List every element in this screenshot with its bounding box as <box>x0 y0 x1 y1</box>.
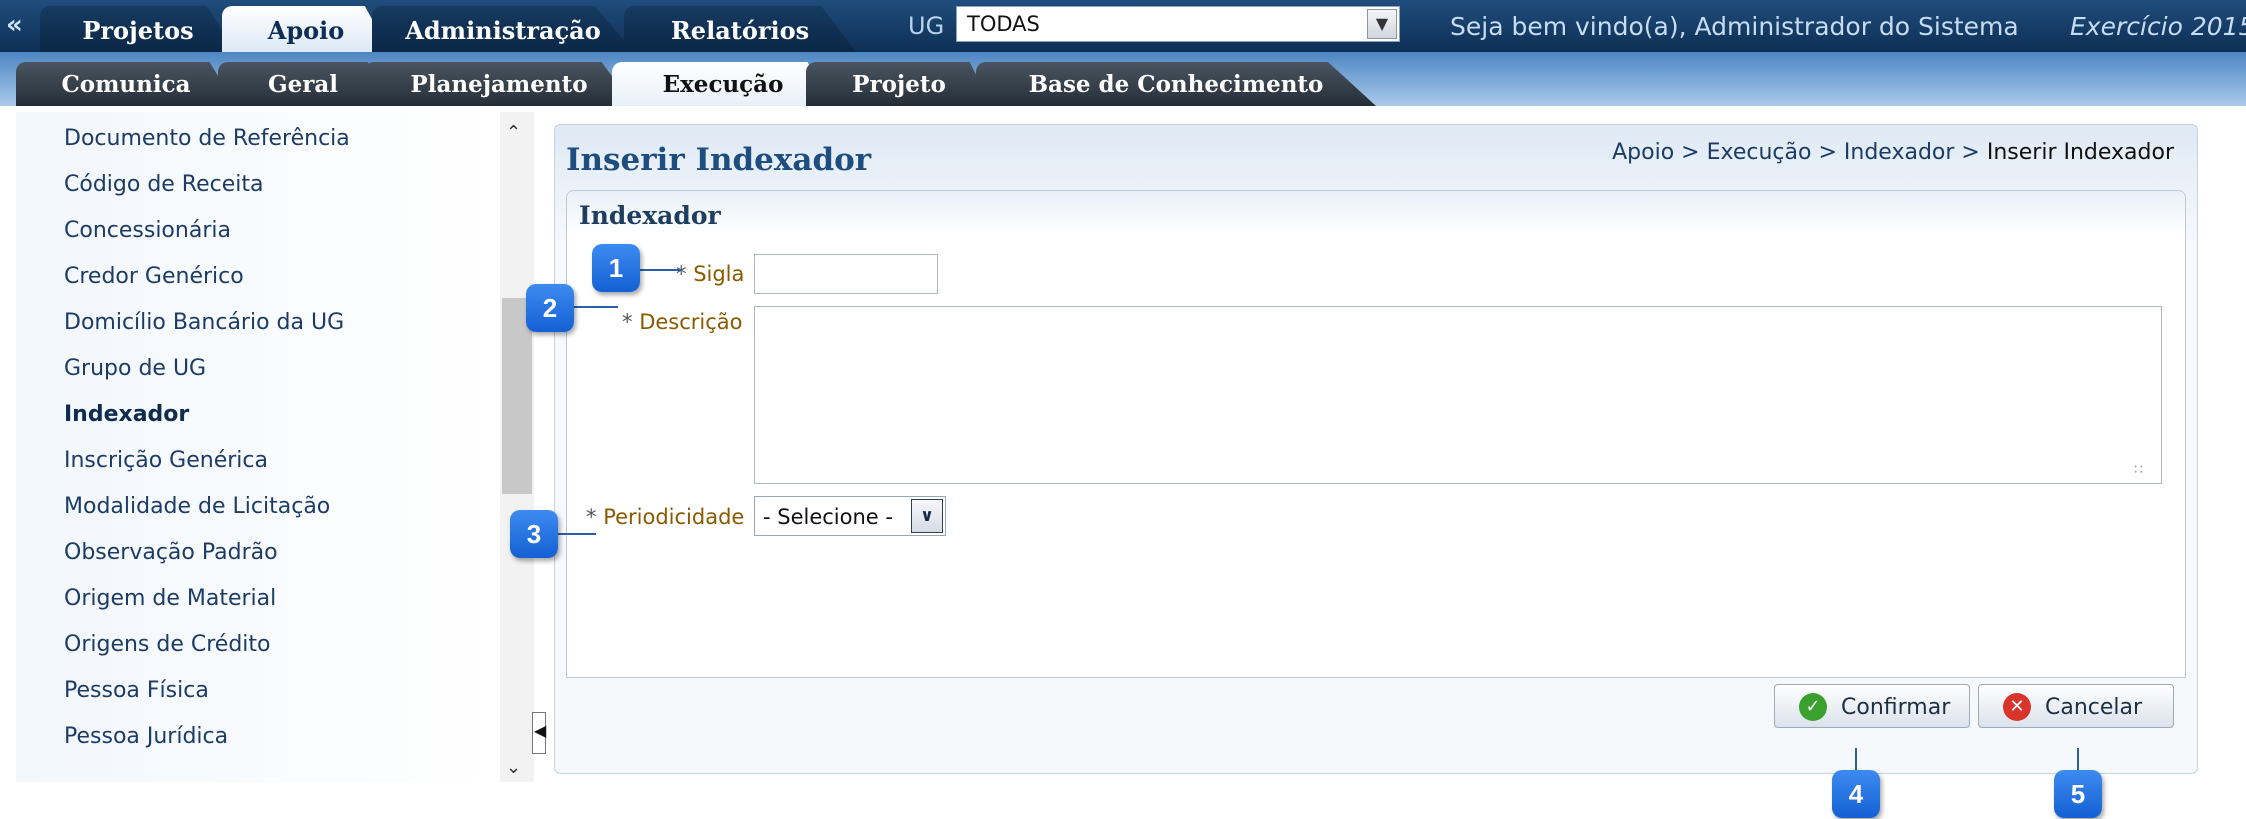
ug-select[interactable]: TODAS ▼ <box>956 6 1400 42</box>
periodicidade-select-value: - Selecione - <box>763 505 893 529</box>
tab-planejamento[interactable]: Planejamento <box>364 62 634 106</box>
sidebar-item-origem-de-material[interactable]: Origem de Material <box>64 586 276 611</box>
tab-relatorios[interactable]: Relatórios <box>624 6 856 52</box>
sidebar-item-origens-de-credito[interactable]: Origens de Crédito <box>64 632 271 657</box>
breadcrumb: Apoio > Execução > Indexador > Inserir I… <box>1612 140 2174 165</box>
collapse-sidebar-handle[interactable]: ◀ <box>532 712 546 754</box>
periodicidade-select[interactable]: - Selecione - ∨ <box>754 496 946 536</box>
breadcrumb-separator: > <box>1681 140 1700 165</box>
form-header: Indexador <box>567 191 2185 235</box>
confirm-button[interactable]: ✓ Confirmar <box>1774 684 1970 728</box>
tab-base-de-conhecimento[interactable]: Base de Conhecimento <box>976 62 1376 106</box>
chevron-down-icon[interactable]: ▼ <box>1367 9 1397 39</box>
tab-comunica[interactable]: Comunica <box>16 62 236 106</box>
callout-leader-line <box>636 269 682 271</box>
sidebar-item-indexador[interactable]: Indexador <box>64 402 189 427</box>
top-navigation-bar: « Projetos Apoio Administração Relatório… <box>0 0 2246 52</box>
tab-administracao[interactable]: Administração <box>372 6 634 52</box>
callout-badge-1: 1 <box>592 244 640 292</box>
breadcrumb-item-indexador[interactable]: Indexador <box>1844 140 1955 165</box>
welcome-message: Seja bem vindo(a), Administrador do Sist… <box>1450 12 2019 41</box>
tab-projeto[interactable]: Projeto <box>806 62 992 106</box>
callout-leader-line <box>572 306 618 308</box>
sidebar-item-pessoa-fisica[interactable]: Pessoa Física <box>64 678 209 703</box>
cancel-button[interactable]: ✕ Cancelar <box>1978 684 2174 728</box>
chevron-down-icon[interactable]: ⌄ <box>506 757 521 778</box>
sidebar: Documento de Referência Código de Receit… <box>16 112 500 782</box>
tab-execucao[interactable]: Execução <box>612 62 834 106</box>
callout-badge-5: 5 <box>2054 770 2102 818</box>
breadcrumb-separator: > <box>1961 140 1980 165</box>
sigla-label: * Sigla <box>676 262 744 286</box>
close-icon: ✕ <box>2003 693 2031 721</box>
breadcrumb-item-current: Inserir Indexador <box>1986 140 2174 165</box>
breadcrumb-item-execucao[interactable]: Execução <box>1707 140 1812 165</box>
chevron-down-icon[interactable]: ∨ <box>911 499 943 533</box>
page-title: Inserir Indexador <box>566 142 872 178</box>
confirm-button-label: Confirmar <box>1841 695 1951 720</box>
breadcrumb-item-apoio[interactable]: Apoio <box>1612 140 1674 165</box>
callout-badge-3: 3 <box>510 510 558 558</box>
triangle-left-icon: ◀ <box>534 721 547 740</box>
sidebar-item-inscricao-generica[interactable]: Inscrição Genérica <box>64 448 268 473</box>
ug-label: UG <box>908 12 945 40</box>
sidebar-item-concessionaria[interactable]: Concessionária <box>64 218 231 243</box>
tab-projetos[interactable]: Projetos <box>40 6 236 52</box>
callout-badge-4: 4 <box>1832 770 1880 818</box>
sidebar-scrollbar[interactable]: ⌃ ⌄ <box>500 112 534 782</box>
tab-geral[interactable]: Geral <box>218 62 388 106</box>
breadcrumb-separator: > <box>1818 140 1837 165</box>
ug-select-value: TODAS <box>967 12 1040 36</box>
callout-badge-2: 2 <box>526 284 574 332</box>
collapse-menu-icon[interactable]: « <box>6 10 23 40</box>
cancel-button-label: Cancelar <box>2045 695 2143 720</box>
tab-apoio[interactable]: Apoio <box>222 6 390 52</box>
checkmark-icon: ✓ <box>1799 693 1827 721</box>
sidebar-item-modalidade-de-licitacao[interactable]: Modalidade de Licitação <box>64 494 330 519</box>
sidebar-item-grupo-de-ug[interactable]: Grupo de UG <box>64 356 206 381</box>
required-mark: * <box>622 310 633 334</box>
sidebar-item-pessoa-juridica[interactable]: Pessoa Jurídica <box>64 724 228 749</box>
required-mark: * <box>586 505 597 529</box>
callout-leader-line <box>554 533 596 535</box>
form-title: Indexador <box>579 201 721 230</box>
sidebar-item-credor-generico[interactable]: Credor Genérico <box>64 264 244 289</box>
resize-grip-icon[interactable]: ∷ <box>2134 462 2143 478</box>
chevron-up-icon[interactable]: ⌃ <box>506 122 521 143</box>
required-mark: * <box>676 262 687 286</box>
periodicidade-label-text: Periodicidade <box>603 505 745 529</box>
sidebar-item-observacao-padrao[interactable]: Observação Padrão <box>64 540 278 565</box>
sidebar-item-domicilio-bancario[interactable]: Domicílio Bancário da UG <box>64 310 344 335</box>
sidebar-item-codigo-de-receita[interactable]: Código de Receita <box>64 172 264 197</box>
sigla-label-text: Sigla <box>693 262 745 286</box>
sidebar-item-documento-de-referencia[interactable]: Documento de Referência <box>64 126 350 151</box>
sub-navigation-bar: Comunica Geral Planejamento Execução Pro… <box>0 52 2246 106</box>
periodicidade-label: * Periodicidade <box>586 505 744 529</box>
descricao-label-text: Descrição <box>639 310 743 334</box>
sigla-input[interactable] <box>754 254 938 294</box>
descricao-label: * Descrição <box>622 310 743 334</box>
descricao-textarea[interactable] <box>754 306 2162 484</box>
exercise-year: Exercício 2015 <box>2070 12 2246 41</box>
